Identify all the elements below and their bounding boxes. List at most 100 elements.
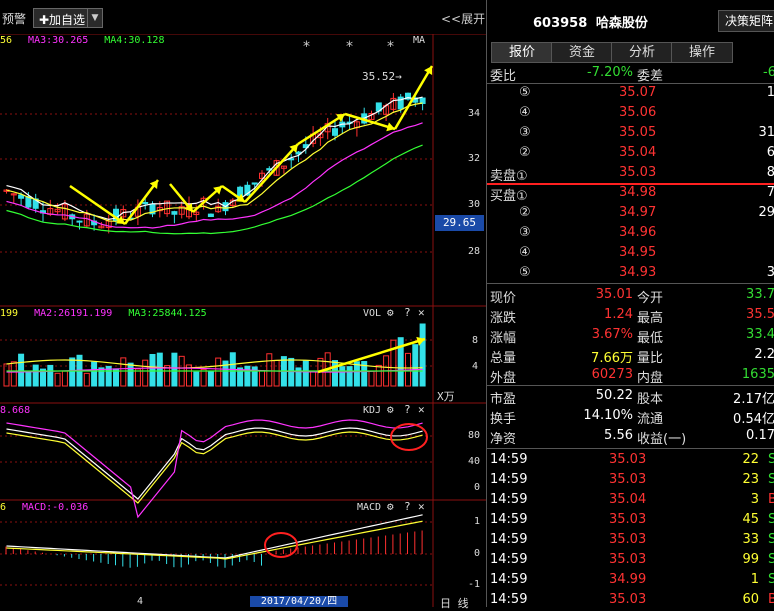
- macd-tick-1: 1: [474, 516, 481, 527]
- order-book-row[interactable]: ④ 35.06: [487, 103, 774, 123]
- volume-bar: [339, 366, 346, 387]
- order-price: 35.05: [619, 125, 657, 140]
- tab-analysis[interactable]: 分析: [611, 42, 673, 63]
- candle-body: [332, 128, 338, 136]
- tick-row[interactable]: 14:59 34.99 1 S: [487, 570, 774, 590]
- legend-item: MA4:30.128: [104, 35, 165, 46]
- volume-bar: [193, 371, 200, 387]
- order-book-row[interactable]: ③ 35.05 31: [487, 123, 774, 143]
- volume-bar: [32, 364, 39, 387]
- tick-row[interactable]: 14:59 35.03 23 S: [487, 470, 774, 490]
- stat-row: 现价 35.01 今开 33.7: [490, 287, 774, 306]
- kdj-legend: 8.668: [0, 405, 46, 416]
- volume-bar: [244, 365, 251, 387]
- volume-bar: [127, 362, 134, 387]
- ma-line-magenta: [6, 122, 423, 229]
- stat-row: 涨跌 1.24 最高 35.5: [490, 307, 774, 326]
- legend-item: MA3:30.265: [28, 35, 89, 46]
- expand-button[interactable]: <<展开: [441, 10, 485, 27]
- kline-chart[interactable]: * * *: [0, 34, 486, 607]
- order-book-row[interactable]: ④ 34.95: [487, 243, 774, 263]
- legend-item: MA3:25844.125: [128, 308, 207, 319]
- volume-bar: [120, 357, 127, 387]
- close-icon[interactable]: ✕: [418, 500, 425, 513]
- high-price-marker: 35.52→: [362, 70, 402, 83]
- help-icon[interactable]: ?: [404, 500, 411, 513]
- volume-bar: [25, 371, 32, 387]
- tab-operation[interactable]: 操作: [671, 42, 733, 63]
- vol-legend: 199 MA2:26191.199 MA3:25844.125: [0, 308, 223, 319]
- stat-row: 外盘 60273 内盘 1635: [490, 367, 774, 386]
- vol-tick-4: 4: [472, 361, 479, 372]
- period-selector[interactable]: 日 线: [440, 595, 469, 611]
- tick-row[interactable]: 14:59 35.03 45 S: [487, 510, 774, 530]
- volume-bar: [419, 323, 426, 387]
- warn-button[interactable]: 预警: [2, 10, 26, 27]
- add-favorite-button[interactable]: ✚加自选 ▼: [33, 8, 103, 28]
- decision-matrix-button[interactable]: 决策矩阵: [718, 10, 774, 32]
- y-tick-34: 34: [468, 108, 481, 119]
- star-marker: *: [387, 39, 394, 55]
- tick-row[interactable]: 14:59 35.03 60 B: [487, 590, 774, 610]
- volume-bar: [18, 353, 25, 387]
- chevron-down-icon[interactable]: ▼: [87, 9, 102, 27]
- order-book-row[interactable]: ② 34.97 29: [487, 203, 774, 223]
- order-book-row[interactable]: ③ 34.96: [487, 223, 774, 243]
- help-icon[interactable]: ?: [404, 403, 411, 416]
- volume-bar: [156, 352, 163, 387]
- stat-row: 总量 7.66万 量比 2.2: [490, 347, 774, 366]
- legend-item: 199: [0, 308, 19, 319]
- help-icon[interactable]: ?: [404, 306, 411, 319]
- highlight-circle: [390, 423, 428, 451]
- ma-line-white: [6, 96, 423, 221]
- highlight-circle: [264, 532, 298, 558]
- order-vol: 29: [758, 205, 774, 220]
- weibi-row: 委比 -7.20% 委差 -6: [490, 65, 774, 84]
- tick-row[interactable]: 14:59 35.03 22 S: [487, 450, 774, 470]
- tick-row[interactable]: 14:59 35.03 33 S: [487, 530, 774, 550]
- candle-body: [207, 213, 214, 218]
- current-price-tag: 29.65: [435, 215, 484, 231]
- tick-row[interactable]: 14:59 35.04 3 B: [487, 490, 774, 510]
- volume-bar: [3, 363, 10, 387]
- order-book-row[interactable]: ⑤ 34.93 3: [487, 263, 774, 283]
- vol-ma-yellow: [6, 359, 423, 369]
- gear-icon[interactable]: ⚙: [387, 403, 394, 416]
- kdj-tick-40: 40: [468, 456, 481, 467]
- gear-icon[interactable]: ⚙: [387, 306, 394, 319]
- candle-body: [251, 182, 258, 185]
- order-price: 35.06: [619, 105, 657, 120]
- volume-bar: [83, 372, 90, 387]
- macd-legend: 6 MACD:-0.036: [0, 502, 104, 513]
- volume-bar: [47, 364, 54, 387]
- volume-bar: [10, 361, 17, 387]
- order-book-row[interactable]: 买盘① 34.98 7: [487, 183, 774, 204]
- order-book-row[interactable]: ⑤ 35.07 1: [487, 83, 774, 103]
- order-book-row[interactable]: 卖盘① 35.03 8: [487, 163, 774, 184]
- volume-bar: [273, 359, 280, 387]
- chart-toolbar: 预警 ✚加自选 ▼ <<展开: [0, 0, 486, 34]
- volume-bar: [215, 357, 222, 387]
- fundamental-row: 换手 14.10% 流通 0.54亿: [490, 408, 774, 427]
- macd-tick-0: 0: [474, 548, 481, 559]
- legend-item: 6: [0, 502, 7, 513]
- candle-body: [142, 201, 149, 205]
- volume-bar: [171, 352, 178, 387]
- volume-bar: [142, 359, 149, 387]
- macd-dea-line: [6, 520, 423, 560]
- tab-funds[interactable]: 资金: [551, 42, 613, 63]
- order-book-row[interactable]: ② 35.04 6: [487, 143, 774, 163]
- order-price: 34.93: [619, 265, 657, 280]
- legend-item: MACD:-0.036: [22, 502, 89, 513]
- volume-bar: [302, 360, 309, 387]
- order-vol: 6: [766, 145, 774, 160]
- gear-icon[interactable]: ⚙: [387, 500, 394, 513]
- close-icon[interactable]: ✕: [418, 306, 425, 319]
- tick-row[interactable]: 14:59 35.03 99 S: [487, 550, 774, 570]
- vol-tick-8: 8: [472, 335, 479, 346]
- volume-bar: [61, 370, 68, 387]
- volume-bar: [69, 357, 76, 387]
- close-icon[interactable]: ✕: [418, 403, 425, 416]
- volume-bar: [332, 360, 338, 387]
- tab-quote[interactable]: 报价: [491, 42, 553, 63]
